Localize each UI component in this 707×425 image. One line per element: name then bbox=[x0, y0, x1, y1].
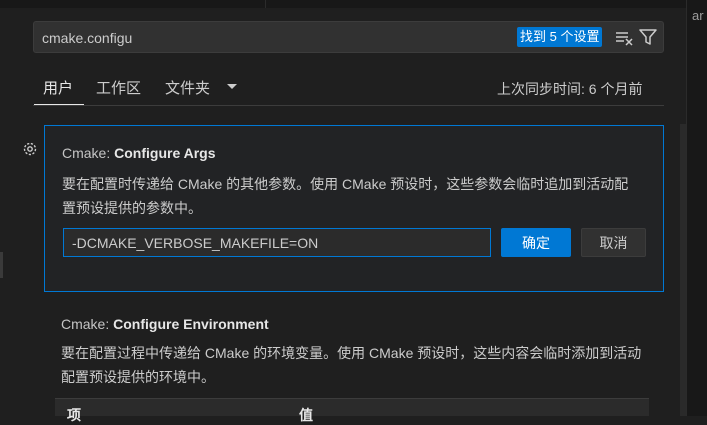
sync-status: 上次同步时间: 6 个月前 bbox=[497, 81, 643, 97]
table-header: 项 值 bbox=[55, 398, 649, 423]
top-divider bbox=[265, 0, 266, 8]
setting-description: 要在配置过程中传递给 CMake 的环境变量。使用 CMake 预设时，这些内容… bbox=[61, 345, 642, 385]
chevron-down-icon[interactable] bbox=[226, 83, 238, 91]
setting-category: Cmake: bbox=[62, 145, 115, 161]
top-strip bbox=[0, 0, 707, 8]
right-editor-gutter bbox=[686, 0, 707, 416]
setting-configure-environment-title: Cmake: Configure Environment bbox=[61, 316, 269, 332]
setting-description: 要在配置时传递给 CMake 的其他参数。使用 CMake 预设时，这些参数会临… bbox=[62, 176, 629, 216]
setting-name: Configure Environment bbox=[113, 316, 269, 332]
gear-icon[interactable] bbox=[21, 140, 39, 158]
column-header-key: 项 bbox=[67, 407, 81, 423]
search-input[interactable] bbox=[42, 28, 502, 48]
clear-filter-icon[interactable] bbox=[615, 30, 633, 46]
tab-folder[interactable]: 文件夹 bbox=[165, 77, 210, 98]
setting-configure-args: Cmake: Configure Args 要在配置时传递给 CMake 的其他… bbox=[44, 125, 664, 292]
result-count-badge: 找到 5 个设置 bbox=[517, 27, 603, 47]
setting-name: Configure Args bbox=[114, 145, 216, 161]
left-scroll-indicator bbox=[0, 252, 3, 278]
gutter-text: ar bbox=[692, 8, 704, 23]
scrollbar[interactable] bbox=[680, 124, 686, 416]
search-box[interactable]: 找到 5 个设置 bbox=[33, 21, 664, 53]
filter-icon[interactable] bbox=[639, 28, 657, 46]
ok-button[interactable]: 确定 bbox=[501, 228, 571, 257]
tab-user[interactable]: 用户 bbox=[43, 77, 73, 98]
tab-divider bbox=[33, 105, 664, 106]
setting-category: Cmake: bbox=[61, 316, 114, 332]
tab-workspace[interactable]: 工作区 bbox=[96, 77, 141, 98]
setting-title: Cmake: Configure Args bbox=[62, 145, 216, 161]
column-header-value: 值 bbox=[299, 407, 313, 423]
cancel-button[interactable]: 取消 bbox=[581, 228, 646, 257]
item-value-input[interactable] bbox=[63, 228, 491, 257]
